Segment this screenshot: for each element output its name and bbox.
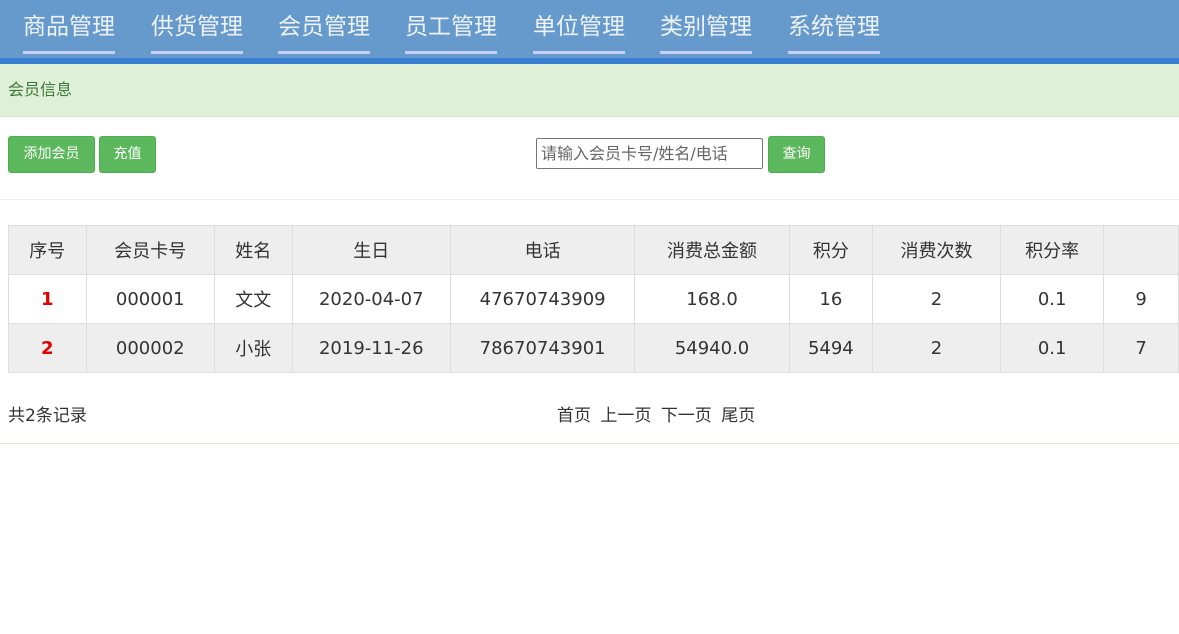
header-phone: 电话 <box>450 225 636 275</box>
nav-product-management[interactable]: 商品管理 <box>23 12 115 54</box>
cell-extra: 9 <box>1103 274 1179 324</box>
member-table: 序号 会员卡号 姓名 生日 电话 消费总金额 积分 消费次数 积分率 1 000… <box>8 225 1179 373</box>
header-birthday: 生日 <box>291 225 452 275</box>
nav-supply-management[interactable]: 供货管理 <box>151 12 243 54</box>
cell-name: 文文 <box>213 274 293 324</box>
toolbar: 添加会员 充值 查询 <box>0 117 1179 200</box>
table-row[interactable]: 1 000001 文文 2020-04-07 47670743909 168.0… <box>8 274 1179 324</box>
header-points: 积分 <box>788 225 873 275</box>
cell-total-spent: 168.0 <box>634 274 790 324</box>
header-seq: 序号 <box>8 225 87 275</box>
record-count: 共2条记录 <box>8 406 87 426</box>
cell-phone: 78670743901 <box>450 323 636 373</box>
table-footer: 共2条记录 首页 上一页 下一页 尾页 <box>0 374 1179 444</box>
table-row[interactable]: 2 000002 小张 2019-11-26 78670743901 54940… <box>8 323 1179 373</box>
section-title-bar: 会员信息 <box>0 64 1179 117</box>
nav-unit-management[interactable]: 单位管理 <box>533 12 625 54</box>
search-input[interactable] <box>536 138 763 169</box>
member-table-container: 序号 会员卡号 姓名 生日 电话 消费总金额 积分 消费次数 积分率 1 000… <box>8 225 1179 373</box>
cell-card-no: 000001 <box>85 274 215 324</box>
cell-birthday: 2020-04-07 <box>291 274 452 324</box>
first-page-link[interactable]: 首页 <box>557 406 591 426</box>
nav-category-management[interactable]: 类别管理 <box>660 12 752 54</box>
recharge-button[interactable]: 充值 <box>99 136 156 173</box>
cell-name: 小张 <box>213 323 293 373</box>
header-extra <box>1103 225 1179 275</box>
header-total-spent: 消费总金额 <box>634 225 790 275</box>
cell-points-rate: 0.1 <box>1000 274 1105 324</box>
cell-total-spent: 54940.0 <box>634 323 790 373</box>
cell-birthday: 2019-11-26 <box>291 323 452 373</box>
last-page-link[interactable]: 尾页 <box>721 406 755 426</box>
cell-points: 5494 <box>788 323 873 373</box>
cell-visit-count: 2 <box>871 274 1002 324</box>
nav-employee-management[interactable]: 员工管理 <box>405 12 497 54</box>
cell-phone: 47670743909 <box>450 274 636 324</box>
cell-points-rate: 0.1 <box>1000 323 1105 373</box>
header-points-rate: 积分率 <box>1000 225 1105 275</box>
header-card-no: 会员卡号 <box>85 225 215 275</box>
prev-page-link[interactable]: 上一页 <box>600 406 651 426</box>
cell-card-no: 000002 <box>85 323 215 373</box>
cell-extra: 7 <box>1103 323 1179 373</box>
cell-seq: 2 <box>8 323 87 373</box>
add-member-button[interactable]: 添加会员 <box>8 136 95 173</box>
cell-points: 16 <box>788 274 873 324</box>
nav-member-management[interactable]: 会员管理 <box>278 12 370 54</box>
section-title: 会员信息 <box>8 80 73 99</box>
nav-system-management[interactable]: 系统管理 <box>788 12 880 54</box>
table-header-row: 序号 会员卡号 姓名 生日 电话 消费总金额 积分 消费次数 积分率 <box>8 225 1179 275</box>
next-page-link[interactable]: 下一页 <box>661 406 712 426</box>
cell-visit-count: 2 <box>871 323 1002 373</box>
pagination: 首页 上一页 下一页 尾页 <box>557 401 759 426</box>
cell-seq: 1 <box>8 274 87 324</box>
top-navigation: 商品管理 供货管理 会员管理 员工管理 单位管理 类别管理 系统管理 <box>0 0 1179 64</box>
query-button[interactable]: 查询 <box>768 136 825 173</box>
header-visit-count: 消费次数 <box>871 225 1002 275</box>
header-name: 姓名 <box>213 225 293 275</box>
